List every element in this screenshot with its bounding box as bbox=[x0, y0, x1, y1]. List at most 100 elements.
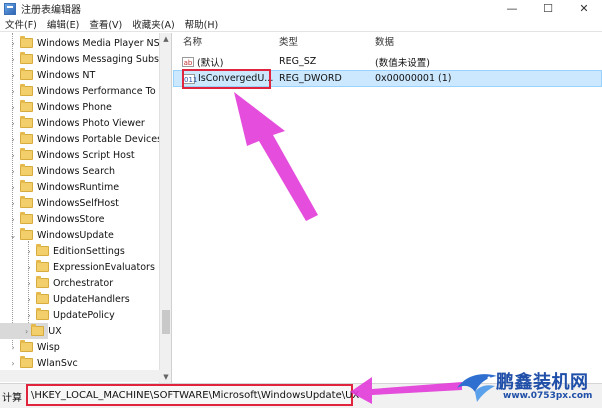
expand-arrow-icon[interactable]: › bbox=[25, 327, 28, 336]
column-header-name[interactable]: 名称 bbox=[183, 34, 202, 48]
folder-icon bbox=[20, 100, 33, 112]
scroll-thumb[interactable] bbox=[162, 310, 170, 334]
watermark-url: www.0753px.com bbox=[503, 391, 593, 401]
folder-icon bbox=[20, 116, 33, 128]
tree-item-label: WindowsStore bbox=[37, 213, 105, 225]
folder-icon bbox=[31, 324, 45, 336]
expand-arrow-icon[interactable]: › bbox=[9, 135, 17, 144]
folder-icon bbox=[36, 308, 49, 320]
expand-arrow-icon[interactable]: › bbox=[9, 167, 17, 176]
tree-item-windows-update[interactable]: ⌄ WindowsUpdate bbox=[0, 227, 114, 243]
column-header-data[interactable]: 数据 bbox=[375, 34, 394, 48]
menu-edit[interactable]: 编辑(E) bbox=[42, 17, 84, 31]
tree-item-windows-search[interactable]: › Windows Search bbox=[0, 163, 115, 179]
bird-logo-icon bbox=[457, 374, 497, 402]
menu-file[interactable]: 文件(F) bbox=[0, 17, 42, 31]
tree-item-windows-messaging-subs[interactable]: › Windows Messaging Subs bbox=[0, 51, 159, 67]
address-path[interactable]: \HKEY_LOCAL_MACHINE\SOFTWARE\Microsoft\W… bbox=[26, 384, 359, 406]
menu-view[interactable]: 查看(V) bbox=[84, 17, 127, 31]
tree-item-windows-media-player-ns[interactable]: › Windows Media Player NS bbox=[0, 35, 160, 51]
registry-editor-window: 注册表编辑器 — ☐ ✕ 文件(F) 编辑(E) 查看(V) 收藏夹(A) 帮助… bbox=[0, 0, 602, 408]
tree-item-label: UpdatePolicy bbox=[53, 309, 115, 321]
folder-icon bbox=[20, 132, 33, 144]
minimize-button[interactable]: — bbox=[494, 0, 530, 17]
folder-icon bbox=[20, 148, 33, 160]
tree-item-wisp[interactable]: › Wisp bbox=[0, 339, 60, 355]
scroll-up-icon[interactable]: ▲ bbox=[160, 33, 172, 45]
expand-arrow-icon[interactable]: › bbox=[25, 247, 33, 256]
expand-arrow-icon[interactable]: › bbox=[9, 199, 17, 208]
tree-item-update-policy[interactable]: › UpdatePolicy bbox=[0, 307, 115, 323]
tree-item-update-handlers[interactable]: › UpdateHandlers bbox=[0, 291, 130, 307]
collapse-arrow-icon[interactable]: ⌄ bbox=[9, 231, 17, 240]
value-type: REG_DWORD bbox=[279, 73, 342, 84]
expand-arrow-icon[interactable]: › bbox=[25, 263, 33, 272]
folder-icon bbox=[20, 180, 33, 192]
tree-item-ux[interactable]: › UX bbox=[0, 323, 62, 339]
expand-arrow-icon[interactable]: › bbox=[25, 279, 33, 288]
tree-item-windows-runtime[interactable]: › WindowsRuntime bbox=[0, 179, 119, 195]
scroll-down-icon[interactable]: ▼ bbox=[160, 371, 172, 383]
expand-arrow-icon[interactable]: › bbox=[9, 87, 17, 96]
tree-item-windows-nt[interactable]: › Windows NT bbox=[0, 67, 95, 83]
value-name-highlight-box bbox=[182, 69, 271, 89]
folder-icon bbox=[20, 164, 33, 176]
tree-item-windows-store[interactable]: › WindowsStore bbox=[0, 211, 105, 227]
expand-arrow-icon[interactable]: › bbox=[25, 311, 33, 320]
folder-icon bbox=[20, 84, 33, 96]
tree-item-windows-self-host[interactable]: › WindowsSelfHost bbox=[0, 195, 119, 211]
value-type: REG_SZ bbox=[279, 56, 317, 67]
tree-item-label: Windows Portable Devices bbox=[37, 133, 163, 145]
expand-arrow-icon[interactable]: › bbox=[9, 359, 17, 368]
tree-item-orchestrator[interactable]: › Orchestrator bbox=[0, 275, 113, 291]
menu-help[interactable]: 帮助(H) bbox=[180, 17, 224, 31]
expand-arrow-icon[interactable]: › bbox=[9, 103, 17, 112]
folder-icon bbox=[36, 244, 49, 256]
close-button[interactable]: ✕ bbox=[566, 0, 602, 17]
tree-item-edition-settings[interactable]: › EditionSettings bbox=[0, 243, 125, 259]
menu-favorites[interactable]: 收藏夹(A) bbox=[127, 17, 179, 31]
expand-arrow-icon[interactable]: › bbox=[25, 295, 33, 304]
tree-vertical-scrollbar[interactable]: ▲ ▼ bbox=[159, 33, 171, 383]
tree-item-label: Windows Performance To bbox=[37, 85, 156, 97]
tree-item-label: Windows Media Player NS bbox=[37, 37, 160, 49]
tree-horizontal-scrollbar[interactable] bbox=[0, 370, 160, 382]
folder-icon bbox=[20, 212, 33, 224]
title-bar: 注册表编辑器 — ☐ ✕ bbox=[0, 0, 602, 17]
string-value-icon: ab bbox=[182, 56, 194, 67]
expand-arrow-icon[interactable]: › bbox=[9, 183, 17, 192]
folder-icon bbox=[20, 68, 33, 80]
tree-item-label: EditionSettings bbox=[53, 245, 125, 257]
tree-item-windows-photo-viewer[interactable]: › Windows Photo Viewer bbox=[0, 115, 145, 131]
list-header: 名称 类型 数据 bbox=[173, 33, 602, 49]
window-title: 注册表编辑器 bbox=[21, 5, 81, 16]
tree-item-windows-performance-to[interactable]: › Windows Performance To bbox=[0, 83, 156, 99]
tree-item-label: WindowsRuntime bbox=[37, 181, 120, 193]
tree-item-label: Wisp bbox=[37, 341, 60, 353]
expand-arrow-icon[interactable]: › bbox=[9, 39, 17, 48]
expand-arrow-icon[interactable]: › bbox=[9, 151, 17, 160]
tree-item-expression-evaluators[interactable]: › ExpressionEvaluators bbox=[0, 259, 155, 275]
tree-item-label: Windows Messaging Subs bbox=[37, 53, 159, 65]
expand-arrow-icon[interactable]: › bbox=[9, 119, 17, 128]
expand-arrow-icon[interactable]: › bbox=[9, 55, 17, 64]
folder-icon bbox=[20, 52, 33, 64]
folder-icon bbox=[36, 260, 49, 272]
tree-item-label: WindowsUpdate bbox=[37, 229, 114, 241]
value-row-default[interactable]: ab (默认) REG_SZ (数值未设置) bbox=[173, 53, 602, 70]
tree-item-windows-script-host[interactable]: › Windows Script Host bbox=[0, 147, 135, 163]
column-header-type[interactable]: 类型 bbox=[279, 34, 298, 48]
folder-icon bbox=[20, 356, 33, 368]
expand-arrow-icon[interactable]: › bbox=[9, 71, 17, 80]
tree-item-label: Windows NT bbox=[37, 69, 96, 81]
folder-icon bbox=[20, 340, 33, 352]
tree-item-windows-portable-devices[interactable]: › Windows Portable Devices bbox=[0, 131, 162, 147]
expand-arrow-icon[interactable]: › bbox=[9, 215, 17, 224]
tree-item-label: Windows Photo Viewer bbox=[37, 117, 145, 129]
tree-item-windows-phone[interactable]: › Windows Phone bbox=[0, 99, 112, 115]
maximize-button[interactable]: ☐ bbox=[530, 0, 566, 17]
expand-arrow-icon[interactable]: › bbox=[9, 343, 17, 352]
registry-key-tree[interactable]: › Windows Media Player NS › Windows Messag… bbox=[0, 33, 172, 383]
tree-item-label: WlanSvc bbox=[37, 357, 78, 369]
tree-item-wlansvc[interactable]: › WlanSvc bbox=[0, 355, 78, 371]
